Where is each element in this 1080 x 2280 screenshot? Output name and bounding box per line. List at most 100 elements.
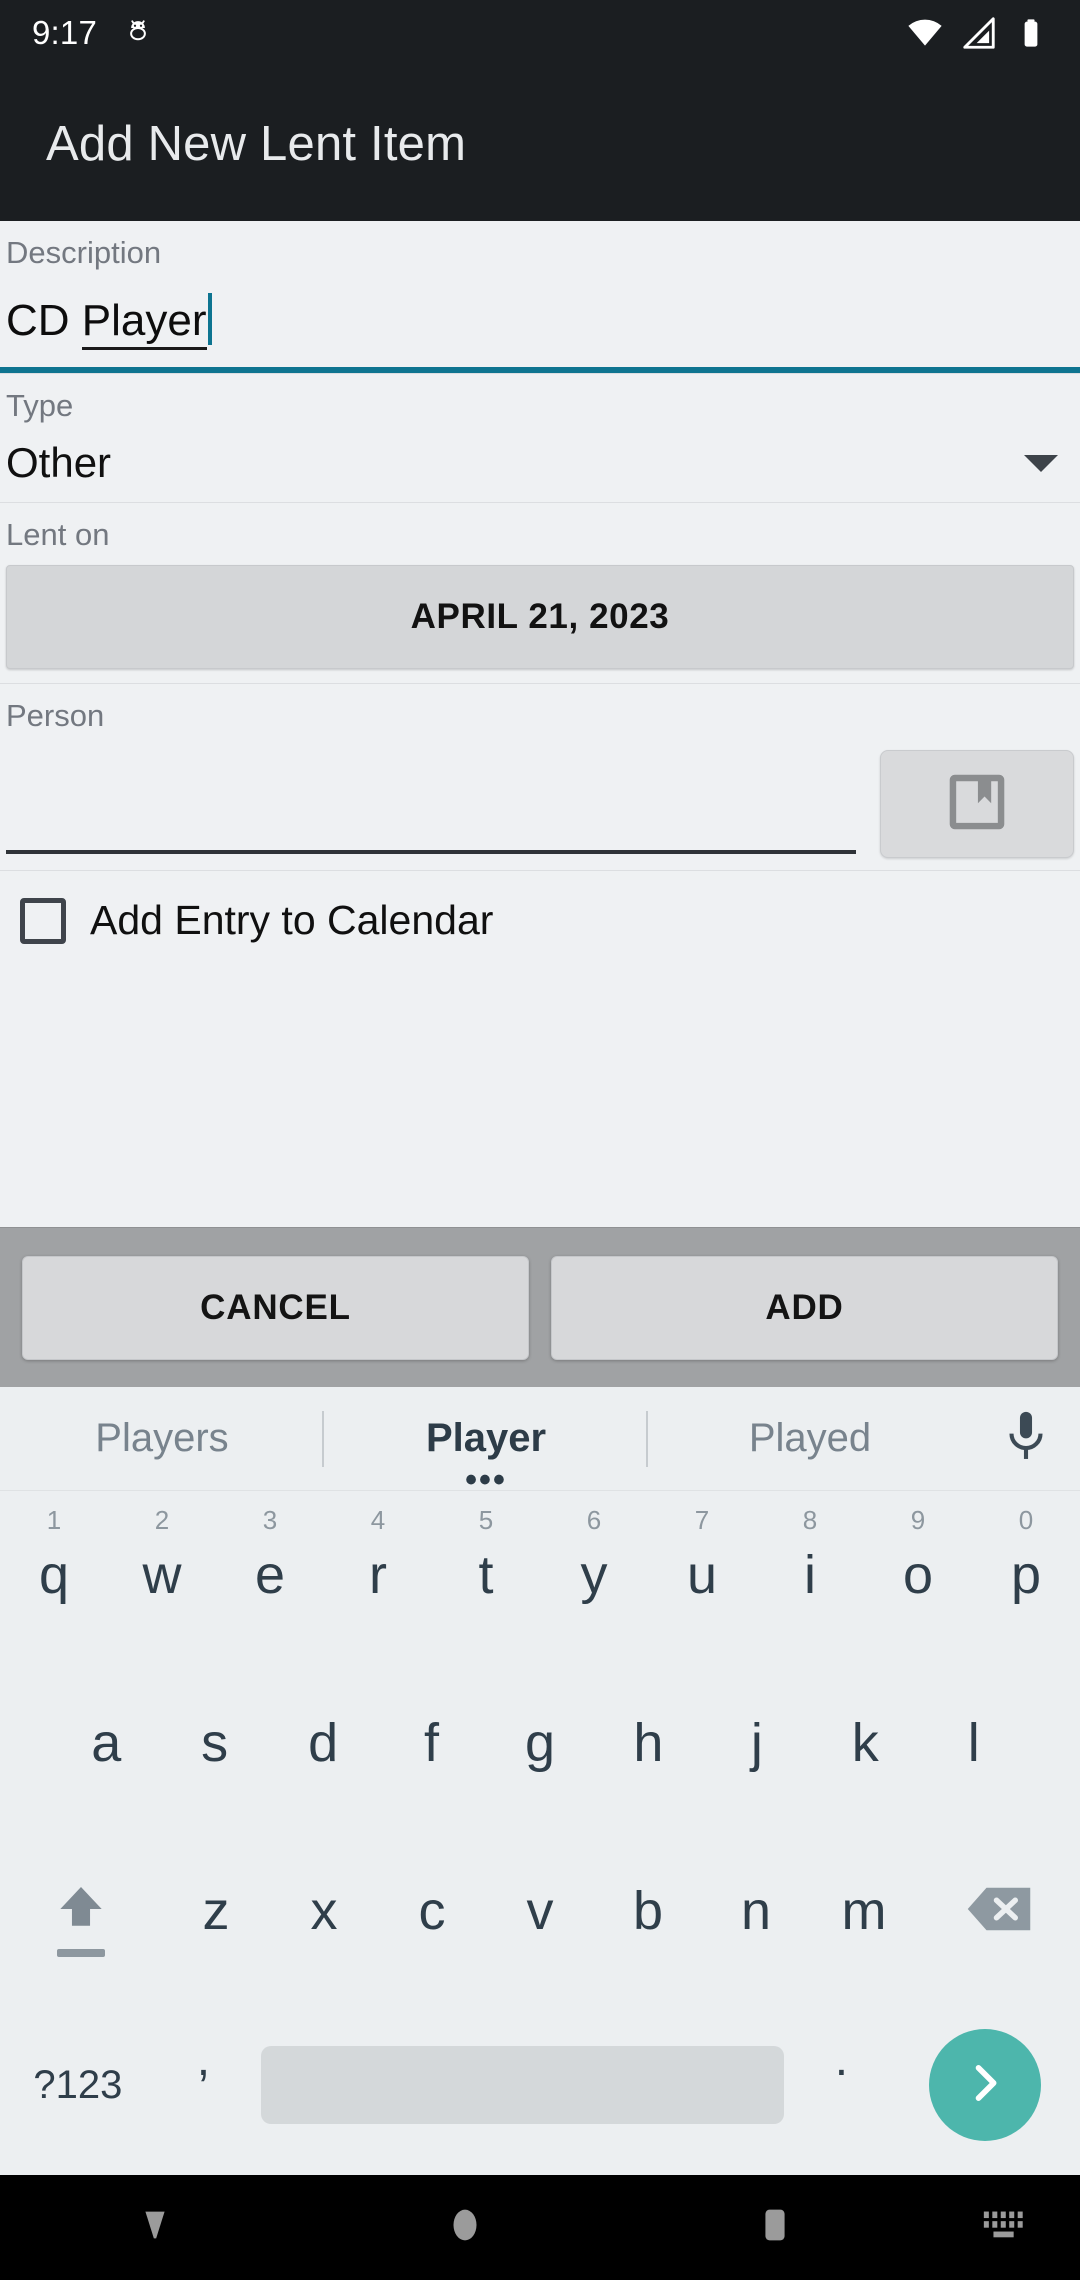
key-o[interactable]: 9o — [864, 1491, 972, 1659]
suggestion-strip: Players Player ••• Played — [0, 1387, 1080, 1499]
battery-icon — [1014, 16, 1048, 50]
suggestion-1-label: Player — [425, 1416, 547, 1460]
key-q-number: 1 — [46, 1505, 62, 1535]
form-body: Description CD Player Type Other Lent on… — [0, 221, 1080, 1227]
key-r-number: 4 — [370, 1505, 386, 1535]
key-w-number: 2 — [154, 1505, 170, 1535]
key-e-label: e — [254, 1545, 286, 1605]
wifi-icon — [906, 14, 944, 52]
key-a[interactable]: a — [52, 1659, 160, 1827]
description-input[interactable]: CD Player — [0, 271, 1080, 367]
backspace-icon — [964, 1880, 1034, 1943]
period-key[interactable]: . — [794, 2032, 889, 2139]
key-i-number: 8 — [802, 1505, 818, 1535]
key-e-number: 3 — [262, 1505, 278, 1535]
date-value: APRIL 21, 2023 — [410, 597, 670, 636]
type-label: Type — [6, 388, 74, 423]
key-t-number: 5 — [478, 1505, 494, 1535]
key-o-label: o — [902, 1545, 934, 1605]
status-time: 9:17 — [32, 14, 98, 51]
enter-key[interactable] — [889, 2029, 1080, 2141]
key-t[interactable]: 5t — [432, 1491, 540, 1659]
key-u[interactable]: 7u — [648, 1491, 756, 1659]
key-s[interactable]: s — [160, 1659, 268, 1827]
soft-keyboard: Players Player ••• Played 1q 2w 3e 4 r 5… — [0, 1387, 1080, 2175]
type-spinner[interactable]: Other — [0, 424, 1080, 502]
key-l[interactable]: l — [920, 1659, 1028, 1827]
add-button[interactable]: ADD — [551, 1255, 1058, 1360]
key-d[interactable]: d — [269, 1659, 377, 1827]
suggestion-0[interactable]: Players — [0, 1387, 324, 1490]
key-v[interactable]: v — [486, 1827, 594, 1995]
key-o-number: 9 — [910, 1505, 926, 1535]
calendar-checkbox[interactable] — [20, 897, 66, 944]
suggestion-2[interactable]: Played — [648, 1387, 972, 1490]
status-bar: 9:17 — [0, 0, 1080, 66]
field-description: Description CD Player — [0, 221, 1080, 374]
key-y-number: 6 — [586, 1505, 602, 1535]
key-y[interactable]: 6y — [540, 1491, 648, 1659]
shift-key[interactable] — [0, 1827, 162, 1995]
enter-key-circle — [928, 2029, 1041, 2141]
comma-key[interactable]: , — [156, 2032, 251, 2139]
suggestion-more-dots: ••• — [465, 1461, 507, 1499]
lent-on-label: Lent on — [6, 517, 110, 552]
recents-icon — [752, 2202, 798, 2253]
key-n[interactable]: n — [702, 1827, 810, 1995]
key-p[interactable]: 0p — [972, 1491, 1080, 1659]
key-i-label: i — [804, 1545, 816, 1605]
chevron-right-icon — [959, 2057, 1011, 2114]
key-k[interactable]: k — [811, 1659, 919, 1827]
key-r-label: r — [369, 1545, 387, 1605]
keyboard-row-2: a s d f g h j k l — [0, 1659, 1080, 1827]
contacts-book-icon — [940, 765, 1014, 844]
key-h[interactable]: h — [594, 1659, 702, 1827]
description-value-head: CD — [6, 295, 82, 345]
backspace-key[interactable] — [918, 1827, 1080, 1995]
date-picker-button[interactable]: APRIL 21, 2023 — [6, 565, 1074, 669]
page-title: Add New Lent Item — [46, 116, 467, 171]
person-label: Person — [6, 698, 105, 733]
space-key[interactable] — [261, 2046, 784, 2124]
key-p-label: p — [1010, 1545, 1042, 1605]
microphone-icon — [997, 1407, 1055, 1470]
cancel-button-label: CANCEL — [200, 1287, 351, 1327]
key-x[interactable]: x — [270, 1827, 378, 1995]
key-e[interactable]: 3e — [216, 1491, 324, 1659]
key-c[interactable]: c — [378, 1827, 486, 1995]
nav-home-button[interactable] — [310, 2202, 620, 2253]
keyboard-row-3: z x c v b n m — [0, 1827, 1080, 1995]
cancel-button[interactable]: CANCEL — [22, 1255, 529, 1360]
shift-caps-indicator — [57, 1949, 105, 1957]
key-u-label: u — [686, 1545, 718, 1605]
calendar-checkbox-label: Add Entry to Calendar — [90, 897, 494, 943]
contact-picker-button[interactable] — [880, 750, 1074, 858]
nav-keyboard-switch-button[interactable] — [930, 2204, 1080, 2251]
status-bar-left: 9:17 — [32, 14, 153, 52]
key-g[interactable]: g — [486, 1659, 594, 1827]
description-value-composing: Player — [81, 295, 207, 350]
key-j[interactable]: j — [703, 1659, 811, 1827]
key-b[interactable]: b — [594, 1827, 702, 1995]
key-q[interactable]: 1q — [0, 1491, 108, 1659]
description-label: Description — [6, 235, 162, 270]
description-focus-underline — [0, 367, 1080, 373]
calendar-checkbox-row[interactable]: Add Entry to Calendar — [0, 871, 1080, 970]
key-r[interactable]: 4r — [324, 1491, 432, 1659]
nav-back-button[interactable] — [0, 2202, 310, 2253]
app-bar: Add New Lent Item — [0, 66, 1080, 221]
key-i[interactable]: 8i — [756, 1491, 864, 1659]
key-m[interactable]: m — [810, 1827, 918, 1995]
keyboard-row-1: 1q 2w 3e 4r 5t 6y 7u 8i 9o 0p — [0, 1491, 1080, 1659]
symbols-key[interactable]: ?123 — [0, 2063, 156, 2108]
key-f[interactable]: f — [377, 1659, 485, 1827]
key-z[interactable]: z — [162, 1827, 270, 1995]
suggestion-1[interactable]: Player ••• — [324, 1387, 648, 1499]
voice-input-button[interactable] — [972, 1407, 1080, 1470]
key-w-label: w — [142, 1545, 182, 1605]
person-input[interactable] — [6, 750, 856, 854]
key-w[interactable]: 2w — [108, 1491, 216, 1659]
key-q-label: q — [38, 1545, 70, 1605]
nav-recents-button[interactable] — [620, 2202, 930, 2253]
dialog-action-bar: CANCEL ADD — [0, 1227, 1080, 1387]
